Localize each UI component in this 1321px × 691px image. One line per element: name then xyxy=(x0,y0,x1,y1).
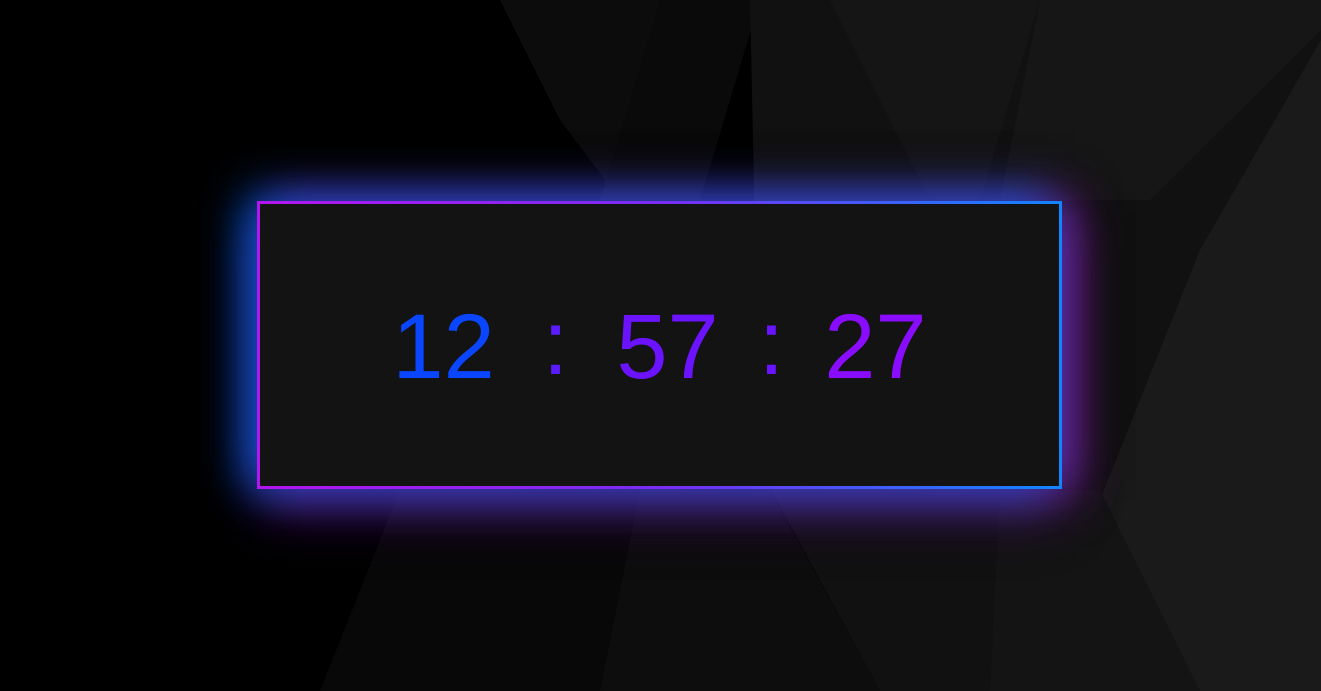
clock-separator: : xyxy=(758,292,785,394)
clock-separator: : xyxy=(542,292,569,394)
clock-hours: 12 xyxy=(392,296,495,398)
clock-display: 12 : 57 : 27 xyxy=(257,201,1062,489)
clock-screen: 12 : 57 : 27 xyxy=(0,0,1321,691)
clock-seconds: 27 xyxy=(824,296,927,398)
clock-minutes: 57 xyxy=(616,296,719,398)
clock-panel: 12 : 57 : 27 xyxy=(257,201,1062,489)
